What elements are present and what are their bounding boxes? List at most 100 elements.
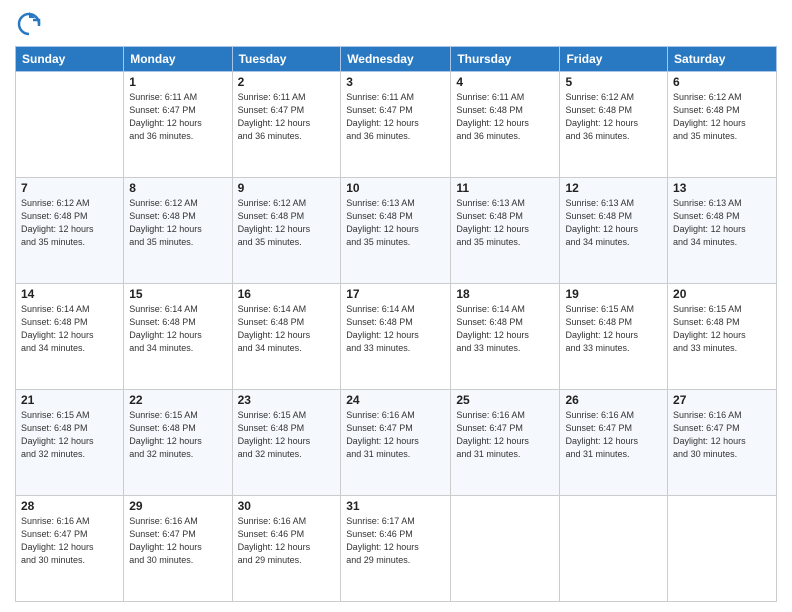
calendar-cell: 17 Sunrise: 6:14 AM Sunset: 6:48 PM Dayli… [341,284,451,390]
calendar-cell: 19 Sunrise: 6:15 AM Sunset: 6:48 PM Dayli… [560,284,668,390]
day-info: Sunrise: 6:13 AM Sunset: 6:48 PM Dayligh… [456,197,554,249]
day-info: Sunrise: 6:14 AM Sunset: 6:48 PM Dayligh… [456,303,554,355]
day-info: Sunrise: 6:12 AM Sunset: 6:48 PM Dayligh… [565,91,662,143]
calendar-cell: 25 Sunrise: 6:16 AM Sunset: 6:47 PM Dayli… [451,390,560,496]
calendar-cell: 20 Sunrise: 6:15 AM Sunset: 6:48 PM Dayli… [668,284,777,390]
calendar-cell: 16Sunrise: 6:14 AM Sunset: 6:48 PM Dayli… [232,284,341,390]
calendar-cell: 27 Sunrise: 6:16 AM Sunset: 6:47 PM Dayli… [668,390,777,496]
day-info: Sunrise: 6:16 AM Sunset: 6:47 PM Dayligh… [456,409,554,461]
day-info: Sunrise: 6:15 AM Sunset: 6:48 PM Dayligh… [129,409,226,461]
day-info: Sunrise: 6:14 AM Sunset: 6:48 PM Dayligh… [21,303,118,355]
day-info: Sunrise: 6:16 AM Sunset: 6:47 PM Dayligh… [673,409,771,461]
day-info: Sunrise: 6:11 AM Sunset: 6:47 PM Dayligh… [346,91,445,143]
day-number: 10 [346,181,445,195]
day-info: Sunrise: 6:14 AM Sunset: 6:48 PM Dayligh… [346,303,445,355]
calendar-cell: 2 Sunrise: 6:11 AM Sunset: 6:47 PM Daylig… [232,72,341,178]
calendar-cell: 4 Sunrise: 6:11 AM Sunset: 6:48 PM Daylig… [451,72,560,178]
day-number: 12 [565,181,662,195]
calendar-cell: 11Sunrise: 6:13 AM Sunset: 6:48 PM Dayli… [451,178,560,284]
day-number: 26 [565,393,662,407]
calendar-cell: 15 Sunrise: 6:14 AM Sunset: 6:48 PM Dayli… [124,284,232,390]
day-info: Sunrise: 6:13 AM Sunset: 6:48 PM Dayligh… [565,197,662,249]
day-info: Sunrise: 6:15 AM Sunset: 6:48 PM Dayligh… [21,409,118,461]
calendar-cell: 13 Sunrise: 6:13 AM Sunset: 6:48 PM Dayli… [668,178,777,284]
calendar-header-tuesday: Tuesday [232,47,341,72]
calendar-cell: 12 Sunrise: 6:13 AM Sunset: 6:48 PM Dayli… [560,178,668,284]
calendar-cell: 23Sunrise: 6:15 AM Sunset: 6:48 PM Dayli… [232,390,341,496]
day-number: 2 [238,75,336,89]
day-info: Sunrise: 6:11 AM Sunset: 6:47 PM Dayligh… [129,91,226,143]
calendar-cell: 3 Sunrise: 6:11 AM Sunset: 6:47 PM Daylig… [341,72,451,178]
page: SundayMondayTuesdayWednesdayThursdayFrid… [0,0,792,612]
calendar-cell: 14 Sunrise: 6:14 AM Sunset: 6:48 PM Dayli… [16,284,124,390]
logo [15,10,47,38]
day-info: Sunrise: 6:11 AM Sunset: 6:47 PM Dayligh… [238,91,336,143]
header [15,10,777,38]
day-info: Sunrise: 6:12 AM Sunset: 6:48 PM Dayligh… [129,197,226,249]
day-number: 24 [346,393,445,407]
calendar-cell: 28 Sunrise: 6:16 AM Sunset: 6:47 PM Dayli… [16,496,124,602]
calendar-cell: 21 Sunrise: 6:15 AM Sunset: 6:48 PM Dayli… [16,390,124,496]
day-info: Sunrise: 6:16 AM Sunset: 6:47 PM Dayligh… [565,409,662,461]
calendar-cell: 26 Sunrise: 6:16 AM Sunset: 6:47 PM Dayli… [560,390,668,496]
day-info: Sunrise: 6:17 AM Sunset: 6:46 PM Dayligh… [346,515,445,567]
day-info: Sunrise: 6:16 AM Sunset: 6:47 PM Dayligh… [129,515,226,567]
calendar-week-4: 21 Sunrise: 6:15 AM Sunset: 6:48 PM Dayli… [16,390,777,496]
day-number: 17 [346,287,445,301]
calendar-cell: 24 Sunrise: 6:16 AM Sunset: 6:47 PM Dayli… [341,390,451,496]
calendar-cell: 31 Sunrise: 6:17 AM Sunset: 6:46 PM Dayli… [341,496,451,602]
day-info: Sunrise: 6:16 AM Sunset: 6:47 PM Dayligh… [21,515,118,567]
day-info: Sunrise: 6:14 AM Sunset: 6:48 PM Dayligh… [129,303,226,355]
calendar-cell [451,496,560,602]
calendar-header-thursday: Thursday [451,47,560,72]
day-number: 31 [346,499,445,513]
day-number: 28 [21,499,118,513]
day-number: 9 [238,181,336,195]
day-info: Sunrise: 6:15 AM Sunset: 6:48 PM Dayligh… [565,303,662,355]
calendar-cell: 29Sunrise: 6:16 AM Sunset: 6:47 PM Dayli… [124,496,232,602]
day-number: 13 [673,181,771,195]
day-number: 7 [21,181,118,195]
calendar-header-saturday: Saturday [668,47,777,72]
calendar-week-1: 1 Sunrise: 6:11 AM Sunset: 6:47 PM Daylig… [16,72,777,178]
calendar-cell: 30 Sunrise: 6:16 AM Sunset: 6:46 PM Dayli… [232,496,341,602]
day-number: 15 [129,287,226,301]
calendar-cell: 18 Sunrise: 6:14 AM Sunset: 6:48 PM Dayli… [451,284,560,390]
day-info: Sunrise: 6:12 AM Sunset: 6:48 PM Dayligh… [238,197,336,249]
day-info: Sunrise: 6:12 AM Sunset: 6:48 PM Dayligh… [673,91,771,143]
day-number: 20 [673,287,771,301]
calendar-header-sunday: Sunday [16,47,124,72]
day-number: 30 [238,499,336,513]
calendar-cell: 22 Sunrise: 6:15 AM Sunset: 6:48 PM Dayli… [124,390,232,496]
day-number: 3 [346,75,445,89]
calendar-cell: 6 Sunrise: 6:12 AM Sunset: 6:48 PM Daylig… [668,72,777,178]
calendar-cell [560,496,668,602]
calendar-cell [16,72,124,178]
day-info: Sunrise: 6:14 AM Sunset: 6:48 PM Dayligh… [238,303,336,355]
calendar-table: SundayMondayTuesdayWednesdayThursdayFrid… [15,46,777,602]
day-info: Sunrise: 6:11 AM Sunset: 6:48 PM Dayligh… [456,91,554,143]
day-number: 22 [129,393,226,407]
day-info: Sunrise: 6:13 AM Sunset: 6:48 PM Dayligh… [673,197,771,249]
day-number: 14 [21,287,118,301]
day-number: 4 [456,75,554,89]
day-number: 6 [673,75,771,89]
calendar-week-2: 7 Sunrise: 6:12 AM Sunset: 6:48 PM Daylig… [16,178,777,284]
day-number: 21 [21,393,118,407]
day-number: 25 [456,393,554,407]
day-number: 8 [129,181,226,195]
day-info: Sunrise: 6:16 AM Sunset: 6:47 PM Dayligh… [346,409,445,461]
day-number: 1 [129,75,226,89]
day-info: Sunrise: 6:16 AM Sunset: 6:46 PM Dayligh… [238,515,336,567]
day-info: Sunrise: 6:12 AM Sunset: 6:48 PM Dayligh… [21,197,118,249]
day-info: Sunrise: 6:15 AM Sunset: 6:48 PM Dayligh… [673,303,771,355]
day-number: 18 [456,287,554,301]
calendar-cell: 8 Sunrise: 6:12 AM Sunset: 6:48 PM Daylig… [124,178,232,284]
calendar-cell: 9 Sunrise: 6:12 AM Sunset: 6:48 PM Daylig… [232,178,341,284]
day-number: 5 [565,75,662,89]
calendar-cell: 1 Sunrise: 6:11 AM Sunset: 6:47 PM Daylig… [124,72,232,178]
day-number: 27 [673,393,771,407]
calendar-week-5: 28 Sunrise: 6:16 AM Sunset: 6:47 PM Dayli… [16,496,777,602]
day-number: 19 [565,287,662,301]
calendar-cell [668,496,777,602]
